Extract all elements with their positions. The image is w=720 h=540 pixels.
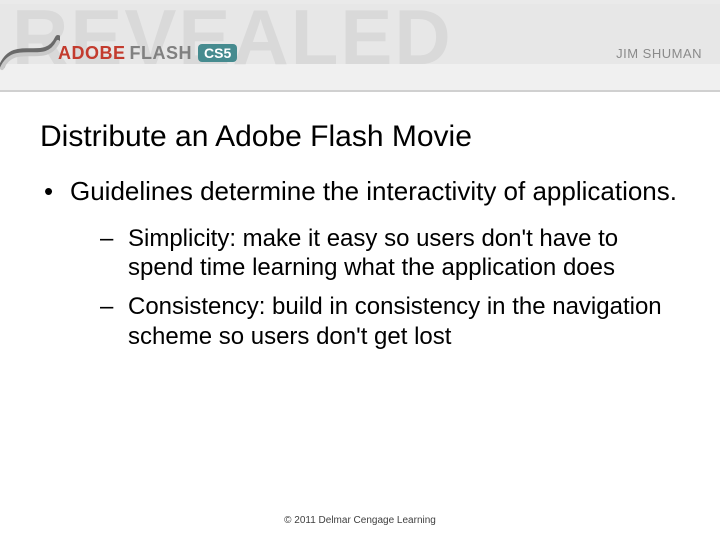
brand-flash-text: FLASH xyxy=(130,43,193,64)
adobe-swoosh-icon xyxy=(0,26,60,76)
footer-copyright: © 2011 Delmar Cengage Learning xyxy=(0,515,720,526)
header-banner: REVEALED ADOBE FLASH CS5 JIM SHUMAN xyxy=(0,0,720,92)
slide-content: Distribute an Adobe Flash Movie Guidelin… xyxy=(0,92,720,361)
bullet-level1: Guidelines determine the interactivity o… xyxy=(40,176,680,208)
slide-title: Distribute an Adobe Flash Movie xyxy=(40,120,680,154)
brand-adobe-text: ADOBE xyxy=(58,43,126,64)
author-name: JIM SHUMAN xyxy=(616,46,702,61)
sub-bullet-list: Simplicity: make it easy so users don't … xyxy=(40,224,680,351)
brand-bar: ADOBE FLASH CS5 xyxy=(0,38,720,68)
bullet-level2: Consistency: build in consistency in the… xyxy=(100,292,680,351)
version-badge: CS5 xyxy=(198,44,237,62)
bullet-level2: Simplicity: make it easy so users don't … xyxy=(100,224,680,283)
